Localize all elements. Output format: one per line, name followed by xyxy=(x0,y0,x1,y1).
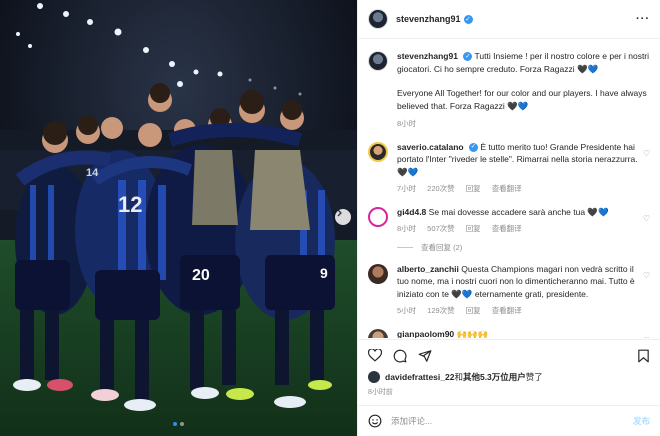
svg-text:14: 14 xyxy=(86,167,99,179)
comment-username[interactable]: gianpaolom90 xyxy=(397,329,454,339)
post-caption: stevenzhang91 ✓ Tutti Insieme ! per il n… xyxy=(368,50,650,131)
post-time: 8小时前 xyxy=(368,389,393,396)
likes-suffix: 赞了 xyxy=(525,372,543,382)
verified-badge-icon: ✓ xyxy=(463,14,473,24)
commenter-avatar[interactable] xyxy=(368,263,388,284)
caption-username[interactable]: stevenzhang91 xyxy=(397,51,458,61)
comment-time: 5小时 xyxy=(397,306,417,315)
comment-username[interactable]: saverio.catalano xyxy=(397,142,464,152)
comment-item: gianpaolom90 🙌🙌🙌 ♡ xyxy=(368,328,650,339)
add-comment-bar: 添加评论... 发布 xyxy=(358,405,660,436)
carousel-dots xyxy=(0,422,357,426)
translate-button[interactable]: 查看翻译 xyxy=(492,305,522,318)
comment-likes[interactable]: 220次赞 xyxy=(427,183,455,196)
svg-text:20: 20 xyxy=(192,267,210,284)
chevron-right-icon xyxy=(337,209,342,217)
comment-time: 7小时 xyxy=(397,184,417,193)
view-replies-button[interactable]: 查看回复 (2) xyxy=(397,242,650,253)
carousel-next-button[interactable] xyxy=(335,209,351,225)
comment-item: saverio.catalano ✓ È tutto merito tuo! G… xyxy=(368,141,650,196)
comment-like-icon[interactable]: ♡ xyxy=(638,271,650,318)
liker-username[interactable]: davidefrattesi_22 xyxy=(385,372,454,382)
likes-summary[interactable]: davidefrattesi_22 和 其他5.3万位用户 赞了 xyxy=(368,371,543,383)
reply-button[interactable]: 回复 xyxy=(466,223,481,236)
svg-text:12: 12 xyxy=(118,192,142,217)
celebration-photo: 12 20 9 14 xyxy=(0,0,357,436)
comment-text: 🙌🙌🙌 xyxy=(456,328,489,339)
comment-likes[interactable]: 129次赞 xyxy=(427,305,455,318)
verified-badge-icon: ✓ xyxy=(469,142,478,152)
commenter-avatar[interactable] xyxy=(368,328,388,338)
comment-item: alberto_zanchii Questa Champions magari … xyxy=(368,263,650,318)
post-comment-button[interactable]: 发布 xyxy=(633,415,650,427)
translate-button[interactable]: 查看翻译 xyxy=(492,223,522,236)
translate-button[interactable]: 查看翻译 xyxy=(492,183,522,196)
comment-input[interactable]: 添加评论... xyxy=(391,415,633,427)
comment-likes[interactable]: 507次赞 xyxy=(427,223,455,236)
reply-button[interactable]: 回复 xyxy=(466,305,481,318)
emoji-icon[interactable] xyxy=(368,414,382,428)
heart-icon[interactable] xyxy=(368,349,382,362)
carousel-dot xyxy=(180,422,184,426)
author-username[interactable]: stevenzhang91 xyxy=(396,14,461,24)
likes-and: 和 xyxy=(454,372,463,382)
comment-username[interactable]: alberto_zanchii xyxy=(397,264,459,274)
svg-text:9: 9 xyxy=(320,265,328,281)
comment-username[interactable]: gi4d4.8 xyxy=(397,207,426,217)
more-horizontal-icon[interactable]: ··· xyxy=(636,13,650,25)
bookmark-icon[interactable] xyxy=(637,349,650,363)
likes-others[interactable]: 其他5.3万位用户 xyxy=(463,371,526,383)
share-icon[interactable] xyxy=(418,349,432,363)
comment-text: Se mai dovesse accadere sarà anche tua 🖤… xyxy=(428,206,609,217)
comment-time: 8小时 xyxy=(397,224,417,233)
caption-avatar[interactable] xyxy=(368,51,388,71)
post-header: stevenzhang91 ✓ ··· xyxy=(358,0,660,39)
commenter-avatar[interactable] xyxy=(368,206,388,227)
liker-avatar[interactable] xyxy=(368,371,380,383)
comments-list[interactable]: stevenzhang91 ✓ Tutti Insieme ! per il n… xyxy=(358,40,660,338)
verified-badge-icon: ✓ xyxy=(463,52,473,62)
post-actions-bar xyxy=(358,339,660,371)
comment-icon[interactable] xyxy=(393,349,407,363)
caption-time: 8小时 xyxy=(397,119,417,128)
comment-like-icon[interactable]: ♡ xyxy=(638,214,650,236)
post-side-panel: stevenzhang91 ✓ ··· stevenzhang91 ✓ Tutt… xyxy=(357,0,660,436)
instagram-post-modal: 12 20 9 14 stevenzhang91 ✓ ··· stevenzha… xyxy=(0,0,660,436)
commenter-avatar[interactable] xyxy=(368,141,388,162)
reply-button[interactable]: 回复 xyxy=(466,183,481,196)
post-photo[interactable]: 12 20 9 14 xyxy=(0,0,357,436)
comment-like-icon[interactable]: ♡ xyxy=(638,336,650,339)
comment-like-icon[interactable]: ♡ xyxy=(638,149,650,196)
comment-item: gi4d4.8 Se mai dovesse accadere sarà anc… xyxy=(368,206,650,236)
carousel-dot-active xyxy=(173,422,177,426)
replies-divider xyxy=(397,246,413,248)
caption-text-en: Everyone All Together! for our color and… xyxy=(397,88,647,111)
author-avatar[interactable] xyxy=(368,9,388,29)
view-replies-label: 查看回复 (2) xyxy=(421,242,463,252)
